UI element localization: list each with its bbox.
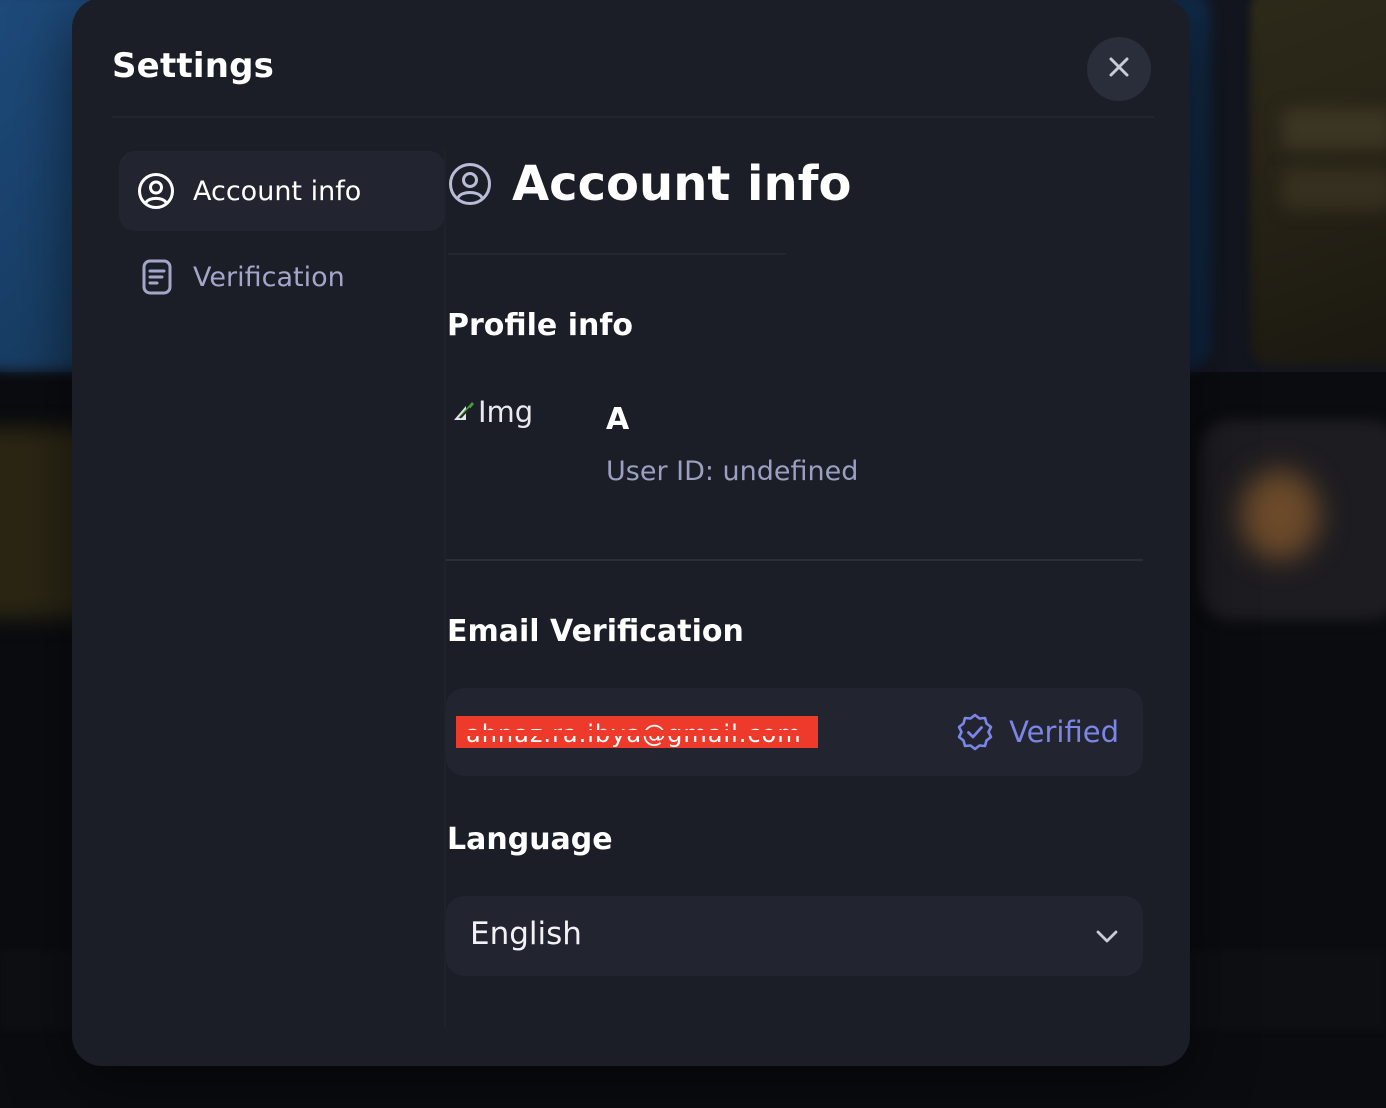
broken-image-icon: [452, 398, 476, 426]
user-circle-icon: [448, 162, 492, 206]
sidebar-item-label: Account info: [193, 175, 362, 207]
sidebar-item-account-info[interactable]: Account info: [119, 151, 445, 231]
email-verification-box: ahnaz.ra.ibya@gmail.com Verified: [446, 688, 1143, 776]
redaction-bar: [456, 730, 818, 736]
verified-status: Verified: [955, 712, 1119, 752]
chevron-down-icon[interactable]: [1093, 922, 1121, 950]
document-icon: [137, 258, 175, 296]
user-id-text: User ID: undefined: [606, 456, 859, 487]
sidebar-item-label: Verification: [193, 261, 345, 293]
content-heading: Account info: [448, 156, 852, 212]
sidebar-item-verification[interactable]: Verification: [119, 237, 445, 317]
language-section-title: Language: [447, 822, 613, 857]
email-section-title: Email Verification: [447, 614, 744, 649]
language-select[interactable]: English: [446, 896, 1143, 976]
heading-divider: [448, 253, 786, 255]
profile-section-title: Profile info: [447, 308, 634, 343]
avatar-alt-text: Img: [478, 395, 534, 429]
user-circle-icon: [137, 172, 175, 210]
email-address-redacted: ahnaz.ra.ibya@gmail.com: [456, 716, 818, 748]
avatar: Img: [452, 388, 572, 436]
background-promo-text: [1282, 108, 1386, 150]
modal-title: Settings: [112, 46, 275, 86]
language-select-value: English: [470, 916, 582, 952]
page-title: Account info: [512, 156, 852, 212]
section-divider: [446, 559, 1143, 561]
close-icon: [1108, 56, 1130, 82]
close-button[interactable]: [1087, 37, 1151, 101]
settings-modal: Settings Account info Verification Accou…: [72, 0, 1190, 1066]
background-game-art: [1240, 470, 1320, 560]
profile-name: A: [606, 402, 630, 437]
content-divider: [444, 150, 446, 1028]
background-promo-text: [1282, 168, 1386, 210]
verified-badge-icon: [955, 712, 995, 752]
verified-label: Verified: [1009, 715, 1119, 749]
header-divider: [112, 116, 1154, 118]
